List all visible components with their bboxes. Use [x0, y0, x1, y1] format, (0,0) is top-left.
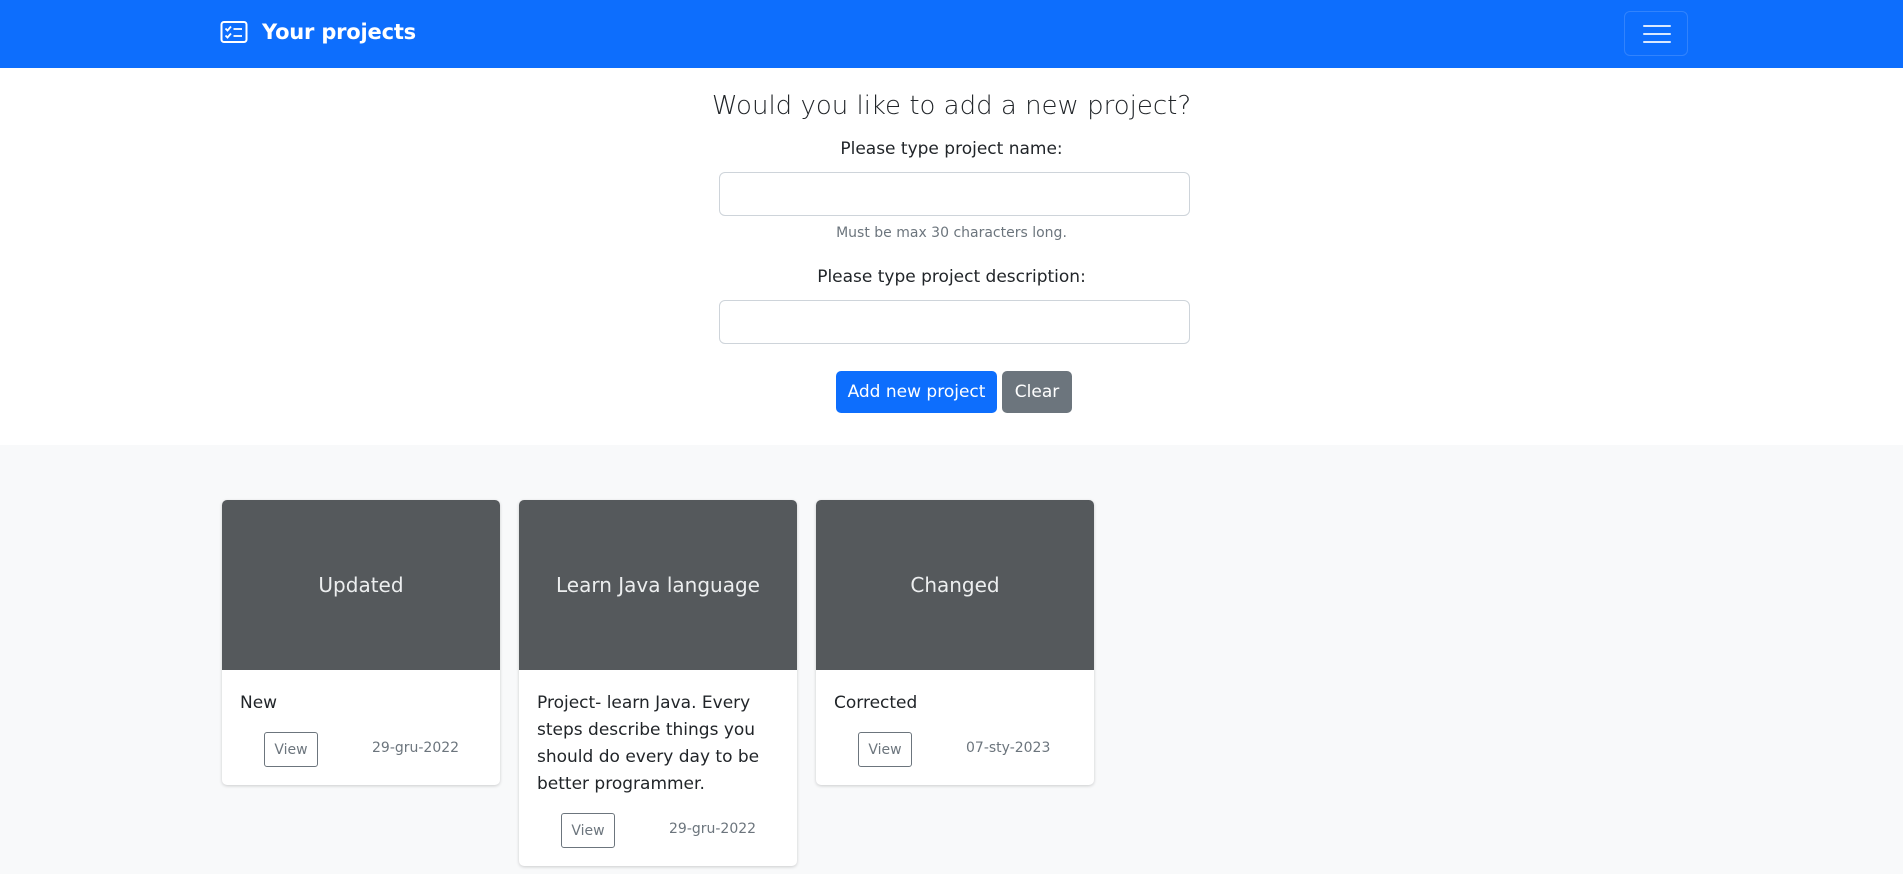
- card-title: Learn Java language: [556, 573, 760, 597]
- project-card: Changed Corrected View 07-sty-2023: [816, 500, 1094, 785]
- project-card: Learn Java language Project- learn Java.…: [519, 500, 797, 866]
- view-button[interactable]: View: [858, 732, 912, 767]
- card-footer: View 29-gru-2022: [240, 732, 482, 767]
- card-body: Corrected View 07-sty-2023: [816, 670, 1094, 785]
- card-date: 29-gru-2022: [372, 740, 460, 756]
- card-checklist-icon: [220, 21, 248, 43]
- project-card: Updated New View 29-gru-2022: [222, 500, 500, 785]
- card-footer: View 07-sty-2023: [834, 732, 1076, 767]
- card-thumbnail: Changed: [816, 500, 1094, 670]
- project-name-help: Must be max 30 characters long.: [836, 225, 1067, 241]
- card-description: New: [240, 693, 278, 713]
- card-footer: View 29-gru-2022: [537, 813, 779, 848]
- clear-button[interactable]: Clear: [1002, 371, 1072, 413]
- navbar: Your projects: [0, 0, 1903, 68]
- card-date: 07-sty-2023: [966, 740, 1051, 756]
- project-name-label: Please type project name:: [840, 139, 1063, 159]
- view-button[interactable]: View: [561, 813, 615, 848]
- form-title: Would you like to add a new project?: [711, 91, 1192, 121]
- project-cards-section: Updated New View 29-gru-2022 Learn Java …: [0, 445, 1903, 874]
- card-description: Corrected: [834, 693, 918, 713]
- add-new-project-button[interactable]: Add new project: [836, 371, 997, 413]
- card-thumbnail: Learn Java language: [519, 500, 797, 670]
- card-title: Updated: [318, 573, 404, 597]
- project-description-input[interactable]: [719, 300, 1190, 344]
- brand-link[interactable]: Your projects: [220, 19, 416, 45]
- add-project-form: Would you like to add a new project? Ple…: [0, 68, 1903, 445]
- view-button[interactable]: View: [264, 732, 318, 767]
- navbar-toggle-button[interactable]: [1624, 11, 1688, 56]
- project-description-label: Please type project description:: [817, 267, 1086, 287]
- card-description: Project- learn Java. Every steps describ…: [537, 693, 760, 794]
- brand-title: Your projects: [262, 20, 416, 44]
- card-body: New View 29-gru-2022: [222, 670, 500, 785]
- card-title: Changed: [910, 573, 1000, 597]
- card-body: Project- learn Java. Every steps describ…: [519, 670, 797, 866]
- card-date: 29-gru-2022: [669, 821, 757, 837]
- project-name-input[interactable]: [719, 172, 1190, 216]
- card-thumbnail: Updated: [222, 500, 500, 670]
